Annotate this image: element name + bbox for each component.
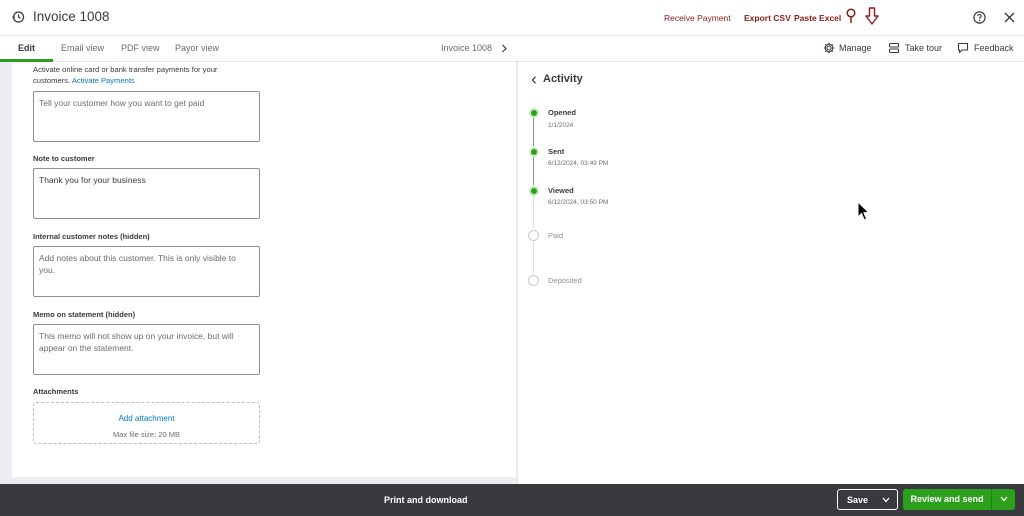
save-button[interactable]: Save xyxy=(837,489,898,510)
page-title: Invoice 1008 xyxy=(33,9,110,24)
print-and-download-button[interactable]: Print and download xyxy=(384,495,468,505)
note-to-customer-field[interactable]: Thank you for your business xyxy=(33,168,260,219)
activity-panel xyxy=(517,62,1024,484)
gear-icon xyxy=(823,42,835,54)
tab-payor-view[interactable]: Payor view xyxy=(175,43,219,53)
history-icon[interactable] xyxy=(11,10,25,24)
memo-label: Memo on statement (hidden) xyxy=(33,310,136,319)
download-arrow-icon[interactable] xyxy=(865,7,879,25)
event-date-opened: 1/1/2024 xyxy=(548,122,574,129)
footer-bar: Print and download Save Review and send xyxy=(0,484,1024,516)
status-dot-paid xyxy=(528,230,539,241)
payment-instructions-field[interactable]: Tell your customer how you want to get p… xyxy=(33,91,260,142)
event-date-sent: 6/12/2024, 03:49 PM xyxy=(548,160,609,167)
attachments-label: Attachments xyxy=(33,387,79,396)
breadcrumb: Invoice 1008 xyxy=(441,43,493,53)
take-tour-button[interactable]: Take tour xyxy=(905,43,942,53)
mouse-cursor-icon xyxy=(857,201,871,221)
payments-description: Activate online card or bank transfer pa… xyxy=(33,64,253,86)
chevron-left-icon[interactable] xyxy=(531,76,537,84)
activate-payments-link[interactable]: Activate Payments xyxy=(72,76,135,85)
timeline-connector xyxy=(533,117,534,146)
tab-email-view[interactable]: Email view xyxy=(61,43,104,53)
review-and-send-button[interactable]: Review and send xyxy=(903,489,991,510)
save-label: Save xyxy=(847,495,869,505)
memo-field[interactable]: This memo will not show up on your invoi… xyxy=(33,324,260,375)
tour-icon xyxy=(888,42,900,54)
attachment-dropzone[interactable]: Add attachment Max file size: 20 MB xyxy=(33,402,260,444)
feedback-button[interactable]: Feedback xyxy=(974,43,1014,53)
event-date-viewed: 6/12/2024, 03:50 PM xyxy=(548,199,609,206)
review-and-send-label: Review and send xyxy=(910,494,984,504)
tab-pdf-view[interactable]: PDF view xyxy=(121,43,160,53)
help-icon[interactable] xyxy=(973,11,986,24)
status-dot-sent xyxy=(529,147,539,157)
status-dot-opened xyxy=(529,108,539,118)
timeline-connector xyxy=(533,195,534,228)
timeline-connector xyxy=(533,156,534,185)
manage-button[interactable]: Manage xyxy=(839,43,872,53)
status-dot-viewed xyxy=(529,186,539,196)
chevron-down-icon xyxy=(1000,496,1008,502)
event-label-viewed: Viewed xyxy=(548,186,574,195)
note-to-customer-label: Note to customer xyxy=(33,154,95,163)
feedback-icon xyxy=(957,42,969,54)
paste-excel-link[interactable]: Paste Excel xyxy=(794,13,841,23)
top-bar: Invoice 1008 Receive Payment Export CSV … xyxy=(0,0,1024,36)
max-file-size-text: Max file size: 20 MB xyxy=(112,430,181,439)
chevron-right-icon[interactable] xyxy=(501,44,508,53)
status-dot-deposited xyxy=(528,275,539,286)
add-attachment-link[interactable]: Add attachment xyxy=(34,414,259,423)
tab-edit[interactable]: Edit xyxy=(18,43,35,53)
pin-icon[interactable] xyxy=(844,8,858,24)
receive-payment-link[interactable]: Receive Payment xyxy=(664,13,731,23)
internal-notes-field[interactable]: Add notes about this customer. This is o… xyxy=(33,246,260,297)
internal-notes-label: Internal customer notes (hidden) xyxy=(33,232,150,241)
export-csv-link[interactable]: Export CSV xyxy=(744,13,791,23)
chevron-down-icon[interactable] xyxy=(882,497,890,503)
view-tabs-bar: Edit Email view PDF view Payor view Invo… xyxy=(0,36,1024,62)
timeline-connector xyxy=(533,242,534,274)
close-icon[interactable] xyxy=(1004,12,1015,23)
event-label-deposited: Deposited xyxy=(548,276,582,285)
event-label-opened: Opened xyxy=(548,108,576,117)
event-label-sent: Sent xyxy=(548,147,565,156)
review-send-dropdown-button[interactable] xyxy=(991,489,1015,510)
activity-title: Activity xyxy=(543,73,583,85)
event-label-paid: Paid xyxy=(548,231,564,240)
